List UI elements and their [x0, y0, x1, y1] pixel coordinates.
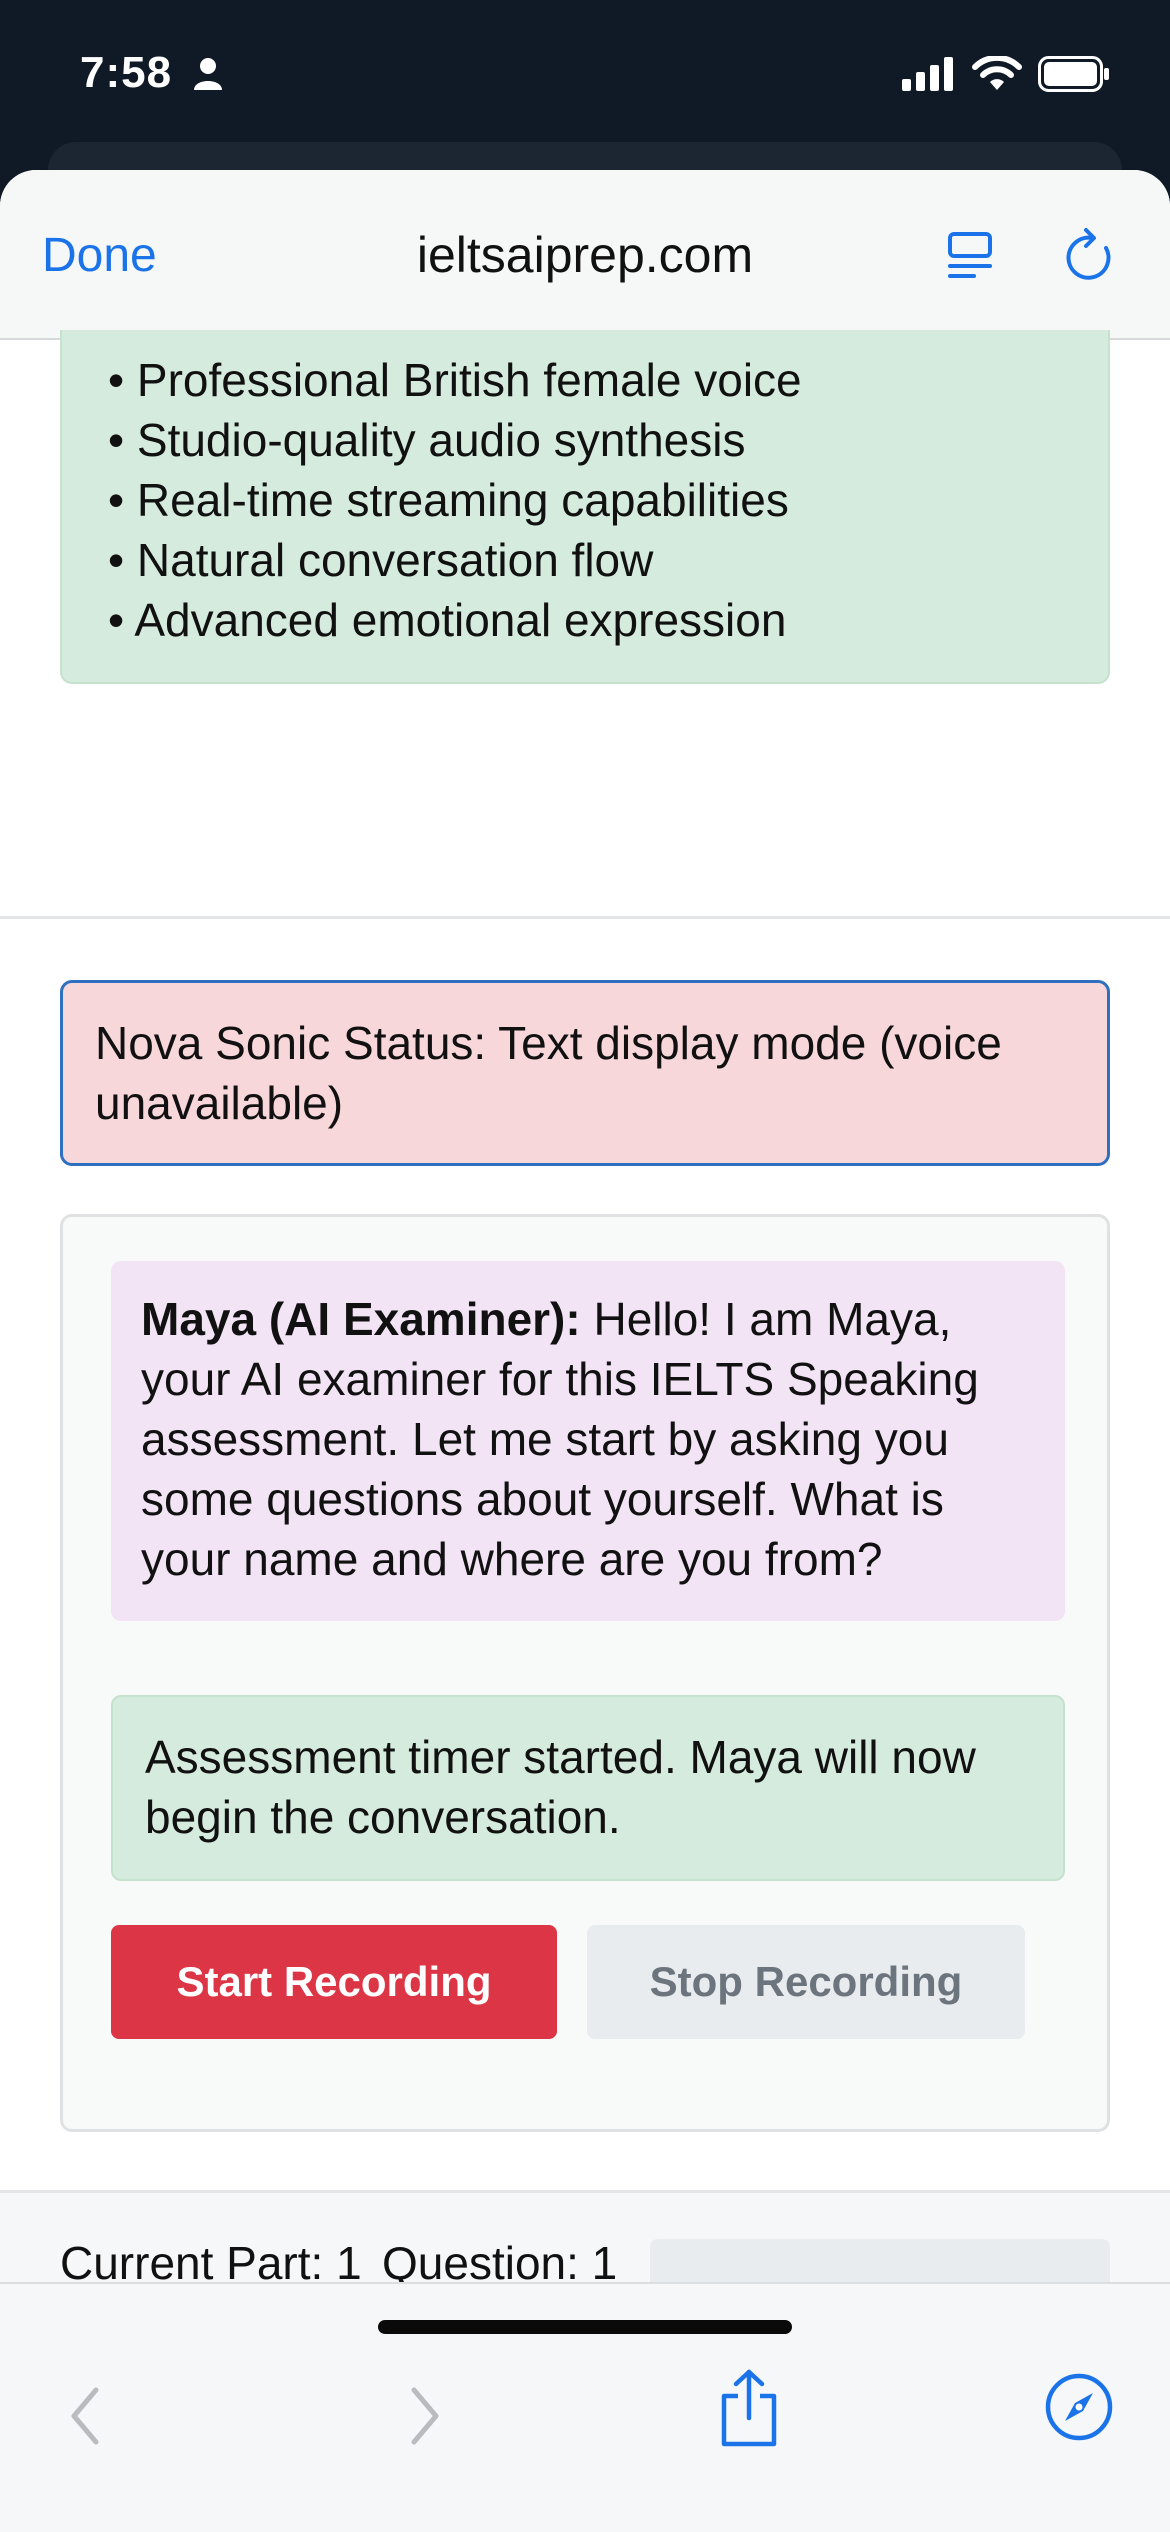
feature-item: Professional British female voice — [108, 350, 1108, 410]
examiner-name: Maya (AI Examiner): — [141, 1293, 581, 1345]
browser-nav-bar: Done ieltsaiprep.com — [0, 170, 1170, 340]
wifi-icon — [972, 54, 1022, 97]
start-recording-button[interactable]: Start Recording — [111, 1925, 557, 2039]
back-icon[interactable] — [66, 2384, 106, 2453]
feature-item: Advanced emotional expression — [108, 590, 1108, 650]
feature-item: Studio-quality audio synthesis — [108, 410, 1108, 470]
voice-features-box: Professional British female voice Studio… — [60, 330, 1110, 684]
status-bar: 7:58 — [0, 0, 1170, 150]
section-divider — [0, 916, 1170, 919]
status-icons — [902, 54, 1110, 97]
conversation-card: Maya (AI Examiner): Hello! I am Maya, yo… — [60, 1214, 1110, 2132]
battery-icon — [1038, 56, 1110, 97]
status-time: 7:58 — [80, 48, 173, 97]
person-icon — [192, 56, 224, 97]
home-indicator — [378, 2320, 792, 2334]
feature-item: Natural conversation flow — [108, 530, 1108, 590]
in-app-browser: Done ieltsaiprep.com Professional Britis… — [0, 170, 1170, 2532]
examiner-message: Maya (AI Examiner): Hello! I am Maya, yo… — [111, 1261, 1065, 1621]
forward-icon[interactable] — [404, 2384, 444, 2453]
nova-sonic-status: Nova Sonic Status: Text display mode (vo… — [60, 980, 1110, 1166]
reload-icon[interactable] — [1062, 226, 1118, 291]
feature-item: Real-time streaming capabilities — [108, 470, 1108, 530]
cellular-signal-icon — [902, 57, 956, 96]
stop-recording-button[interactable]: Stop Recording — [587, 1925, 1025, 2039]
compass-icon[interactable] — [1044, 2372, 1114, 2447]
reader-view-icon[interactable] — [944, 228, 1000, 289]
timer-notice: Assessment timer started. Maya will now … — [111, 1695, 1065, 1881]
share-icon[interactable] — [716, 2368, 782, 2453]
